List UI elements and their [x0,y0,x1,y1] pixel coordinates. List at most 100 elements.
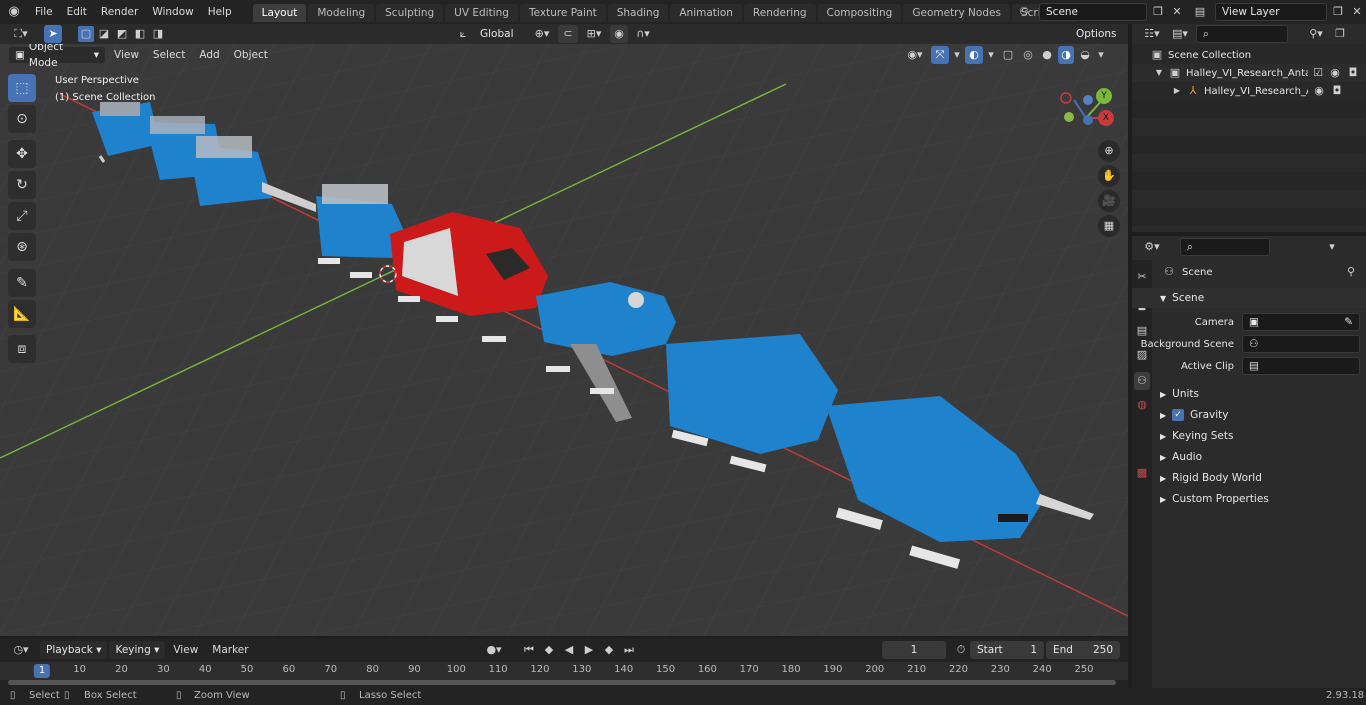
outliner-editor-icon[interactable]: ☷▾ [1140,25,1164,43]
camera-icon[interactable]: ◘ [1330,82,1344,100]
scene-field[interactable]: Scene [1039,3,1147,21]
scale-tool-icon[interactable]: ⤢ [8,202,36,230]
tab-modeling[interactable]: Modeling [308,4,375,22]
select-tool-icon[interactable]: ➤ [44,25,62,43]
gravity-checkbox-icon[interactable]: ✓ [1172,409,1185,421]
current-frame-marker[interactable]: 1 [33,664,51,678]
collapse-arrow-icon[interactable]: ▶ [1160,432,1166,441]
viewport-menu-view[interactable]: View [108,49,145,61]
tab-sculpting[interactable]: Sculpting [376,4,444,22]
menu-window[interactable]: Window [145,0,200,24]
camera-field[interactable]: ▣ ✎ [1242,313,1360,331]
close-scene-icon[interactable]: ✕ [1169,3,1185,21]
tab-layout[interactable]: Layout [252,4,307,22]
blender-logo-icon[interactable]: ◉ [0,3,28,21]
3d-viewport[interactable]: ▣ Object Mode ▾ View Select Add Object ◉… [0,44,1128,636]
timeline-scrollbar[interactable] [8,680,1116,685]
transform-orientation-dropdown[interactable]: Global [474,25,526,43]
viewport-menu-add[interactable]: Add [193,49,225,61]
new-collection-icon[interactable]: ❐ [1332,25,1348,43]
eye-icon[interactable]: ◉ [1328,64,1342,82]
gizmo-dropdown-icon[interactable]: ▾ [952,46,962,64]
collapse-arrow-icon[interactable]: ▶ [1172,82,1182,100]
viewport-scene[interactable] [0,44,1128,636]
overlay-toggle-icon[interactable]: ◐ [965,46,983,64]
solid-shading-icon[interactable]: ● [1039,46,1055,64]
prev-keyframe-icon[interactable]: ◆ [540,641,558,659]
playback-dropdown[interactable]: Playback ▾ [40,641,108,659]
next-keyframe-icon[interactable]: ◆ [600,641,618,659]
add-cube-tool-icon[interactable]: ⧈ [8,335,36,363]
tab-texture-paint[interactable]: Texture Paint [519,4,606,22]
wireframe-shading-icon[interactable]: ◎ [1020,46,1036,64]
eyedropper-icon[interactable]: ✎ [1344,314,1353,330]
panel-custom-properties[interactable]: Custom Properties [1172,493,1269,505]
pan-hand-icon[interactable]: ✋ [1098,165,1120,187]
panel-audio[interactable]: Audio [1172,451,1202,463]
viewport-menu-select[interactable]: Select [147,49,191,61]
gizmo-y-label[interactable]: Y [1096,88,1112,104]
pin-icon[interactable]: ⚲ [1344,263,1358,281]
material-shading-icon[interactable]: ◑ [1058,46,1074,64]
jump-end-icon[interactable]: ⏭ [620,641,638,659]
shading-dropdown-icon[interactable]: ▾ [1096,46,1106,64]
select-invert-icon[interactable]: ◧ [132,26,148,42]
outliner-item-object[interactable]: Halley_VI_Research_Antz [1204,86,1308,97]
view-layer-field[interactable]: View Layer [1215,3,1327,21]
filter-icon[interactable]: ⚲▾ [1304,25,1328,43]
select-intersect-icon[interactable]: ◨ [150,26,166,42]
tab-geometry-nodes[interactable]: Geometry Nodes [903,4,1010,22]
new-scene-icon[interactable]: ❐ [1150,3,1166,21]
gizmo-x-label[interactable]: X [1098,110,1114,126]
tab-compositing[interactable]: Compositing [817,4,902,22]
jump-start-icon[interactable]: ⏮ [520,641,538,659]
overlay-dropdown-icon[interactable]: ▾ [986,46,996,64]
collapse-arrow-icon[interactable]: ▶ [1160,453,1166,462]
panel-units[interactable]: Units [1172,388,1199,400]
play-icon[interactable]: ▶ [580,641,598,659]
expand-arrow-icon[interactable]: ▼ [1160,294,1166,303]
camera-view-icon[interactable]: 🎥 [1098,190,1120,212]
end-frame-field[interactable]: End 250 [1046,641,1120,659]
scene-icon[interactable]: ⚇ [1012,3,1036,21]
menu-render[interactable]: Render [94,0,145,24]
select-subtract-icon[interactable]: ◩ [114,26,130,42]
menu-edit[interactable]: Edit [60,0,94,24]
current-frame-field[interactable]: 1 [882,641,946,659]
properties-editor-icon[interactable]: ⚙▾ [1140,238,1164,256]
checkbox-icon[interactable]: ☑ [1312,64,1324,82]
panel-keying-sets[interactable]: Keying Sets [1172,430,1233,442]
properties-search-input[interactable]: ⌕ [1180,238,1270,256]
new-view-layer-icon[interactable]: ❐ [1330,3,1346,21]
scene-collection-label[interactable]: Scene Collection [1168,50,1251,61]
timeline-menu-view[interactable]: View [167,644,204,656]
tab-shading[interactable]: Shading [607,4,669,22]
snap-icon[interactable]: ⊂ [558,25,578,43]
select-box-tool-icon[interactable]: ⬚ [8,74,36,102]
display-mode-icon[interactable]: ▤▾ [1168,25,1192,43]
perspective-grid-icon[interactable]: ▦ [1098,215,1120,237]
select-new-icon[interactable]: ▢ [78,26,94,42]
background-scene-field[interactable]: ⚇ [1242,335,1360,353]
move-tool-icon[interactable]: ✥ [8,140,36,168]
play-reverse-icon[interactable]: ◀ [560,641,578,659]
eye-icon[interactable]: ◉ [1312,82,1326,100]
timeline-menu-marker[interactable]: Marker [206,644,254,656]
collapse-arrow-icon[interactable]: ▶ [1160,411,1166,420]
select-extend-icon[interactable]: ◪ [96,26,112,42]
visibility-icon[interactable]: ◉▾ [902,46,928,64]
close-view-layer-icon[interactable]: ✕ [1349,3,1365,21]
outliner-search-input[interactable]: ⌕ [1196,25,1288,43]
record-icon[interactable]: ●▾ [480,641,508,659]
cursor-tool-icon[interactable]: ⊙ [8,105,36,133]
menu-help[interactable]: Help [201,0,239,24]
xray-icon[interactable]: ▢ [999,46,1017,64]
transform-tool-icon[interactable]: ⊛ [8,233,36,261]
panel-rigid-body-world[interactable]: Rigid Body World [1172,472,1262,484]
panel-gravity[interactable]: Gravity [1190,409,1228,421]
annotate-tool-icon[interactable]: ✎ [8,269,36,297]
active-clip-field[interactable]: ▤ [1242,357,1360,375]
collapse-arrow-icon[interactable]: ▶ [1160,495,1166,504]
start-frame-field[interactable]: Start 1 [970,641,1044,659]
rotate-tool-icon[interactable]: ↻ [8,171,36,199]
